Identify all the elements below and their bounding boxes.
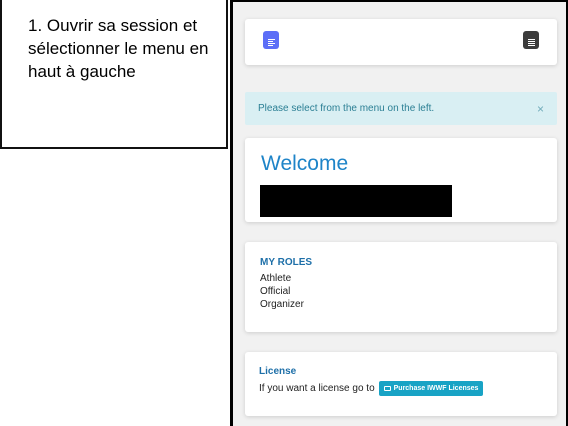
instruction-text: 1. Ouvrir sa session et sélectionner le … — [28, 16, 209, 81]
right-menu-button[interactable] — [523, 31, 539, 49]
license-text: If you want a license go to — [259, 383, 375, 394]
top-navigation-bar — [245, 19, 557, 65]
list-icon — [267, 39, 275, 46]
purchase-license-label: Purchase IWWF Licenses — [393, 385, 479, 392]
role-item: Organizer — [260, 299, 304, 310]
license-title: License — [259, 366, 297, 377]
roles-card: MY ROLES Athlete Official Organizer — [245, 242, 557, 332]
left-menu-button[interactable] — [263, 31, 279, 49]
menu-icon — [527, 39, 535, 46]
welcome-card: Welcome — [245, 138, 557, 222]
purchase-license-button[interactable]: Purchase IWWF Licenses — [378, 381, 484, 396]
welcome-title: Welcome — [261, 152, 349, 175]
card-icon — [383, 386, 391, 391]
redacted-user-name — [260, 185, 452, 217]
role-item: Official — [260, 286, 291, 297]
mobile-app-screen: Please select from the menu on the left.… — [230, 0, 568, 426]
role-item: Athlete — [260, 273, 292, 284]
roles-title: MY ROLES — [260, 257, 313, 268]
license-row: If you want a license go to Purchase IWW… — [259, 381, 543, 396]
instruction-callout: 1. Ouvrir sa session et sélectionner le … — [0, 0, 228, 149]
license-card: License If you want a license go to Purc… — [245, 352, 557, 416]
info-alert: Please select from the menu on the left.… — [245, 92, 557, 125]
close-icon[interactable]: × — [537, 102, 544, 116]
alert-message: Please select from the menu on the left. — [258, 103, 435, 114]
